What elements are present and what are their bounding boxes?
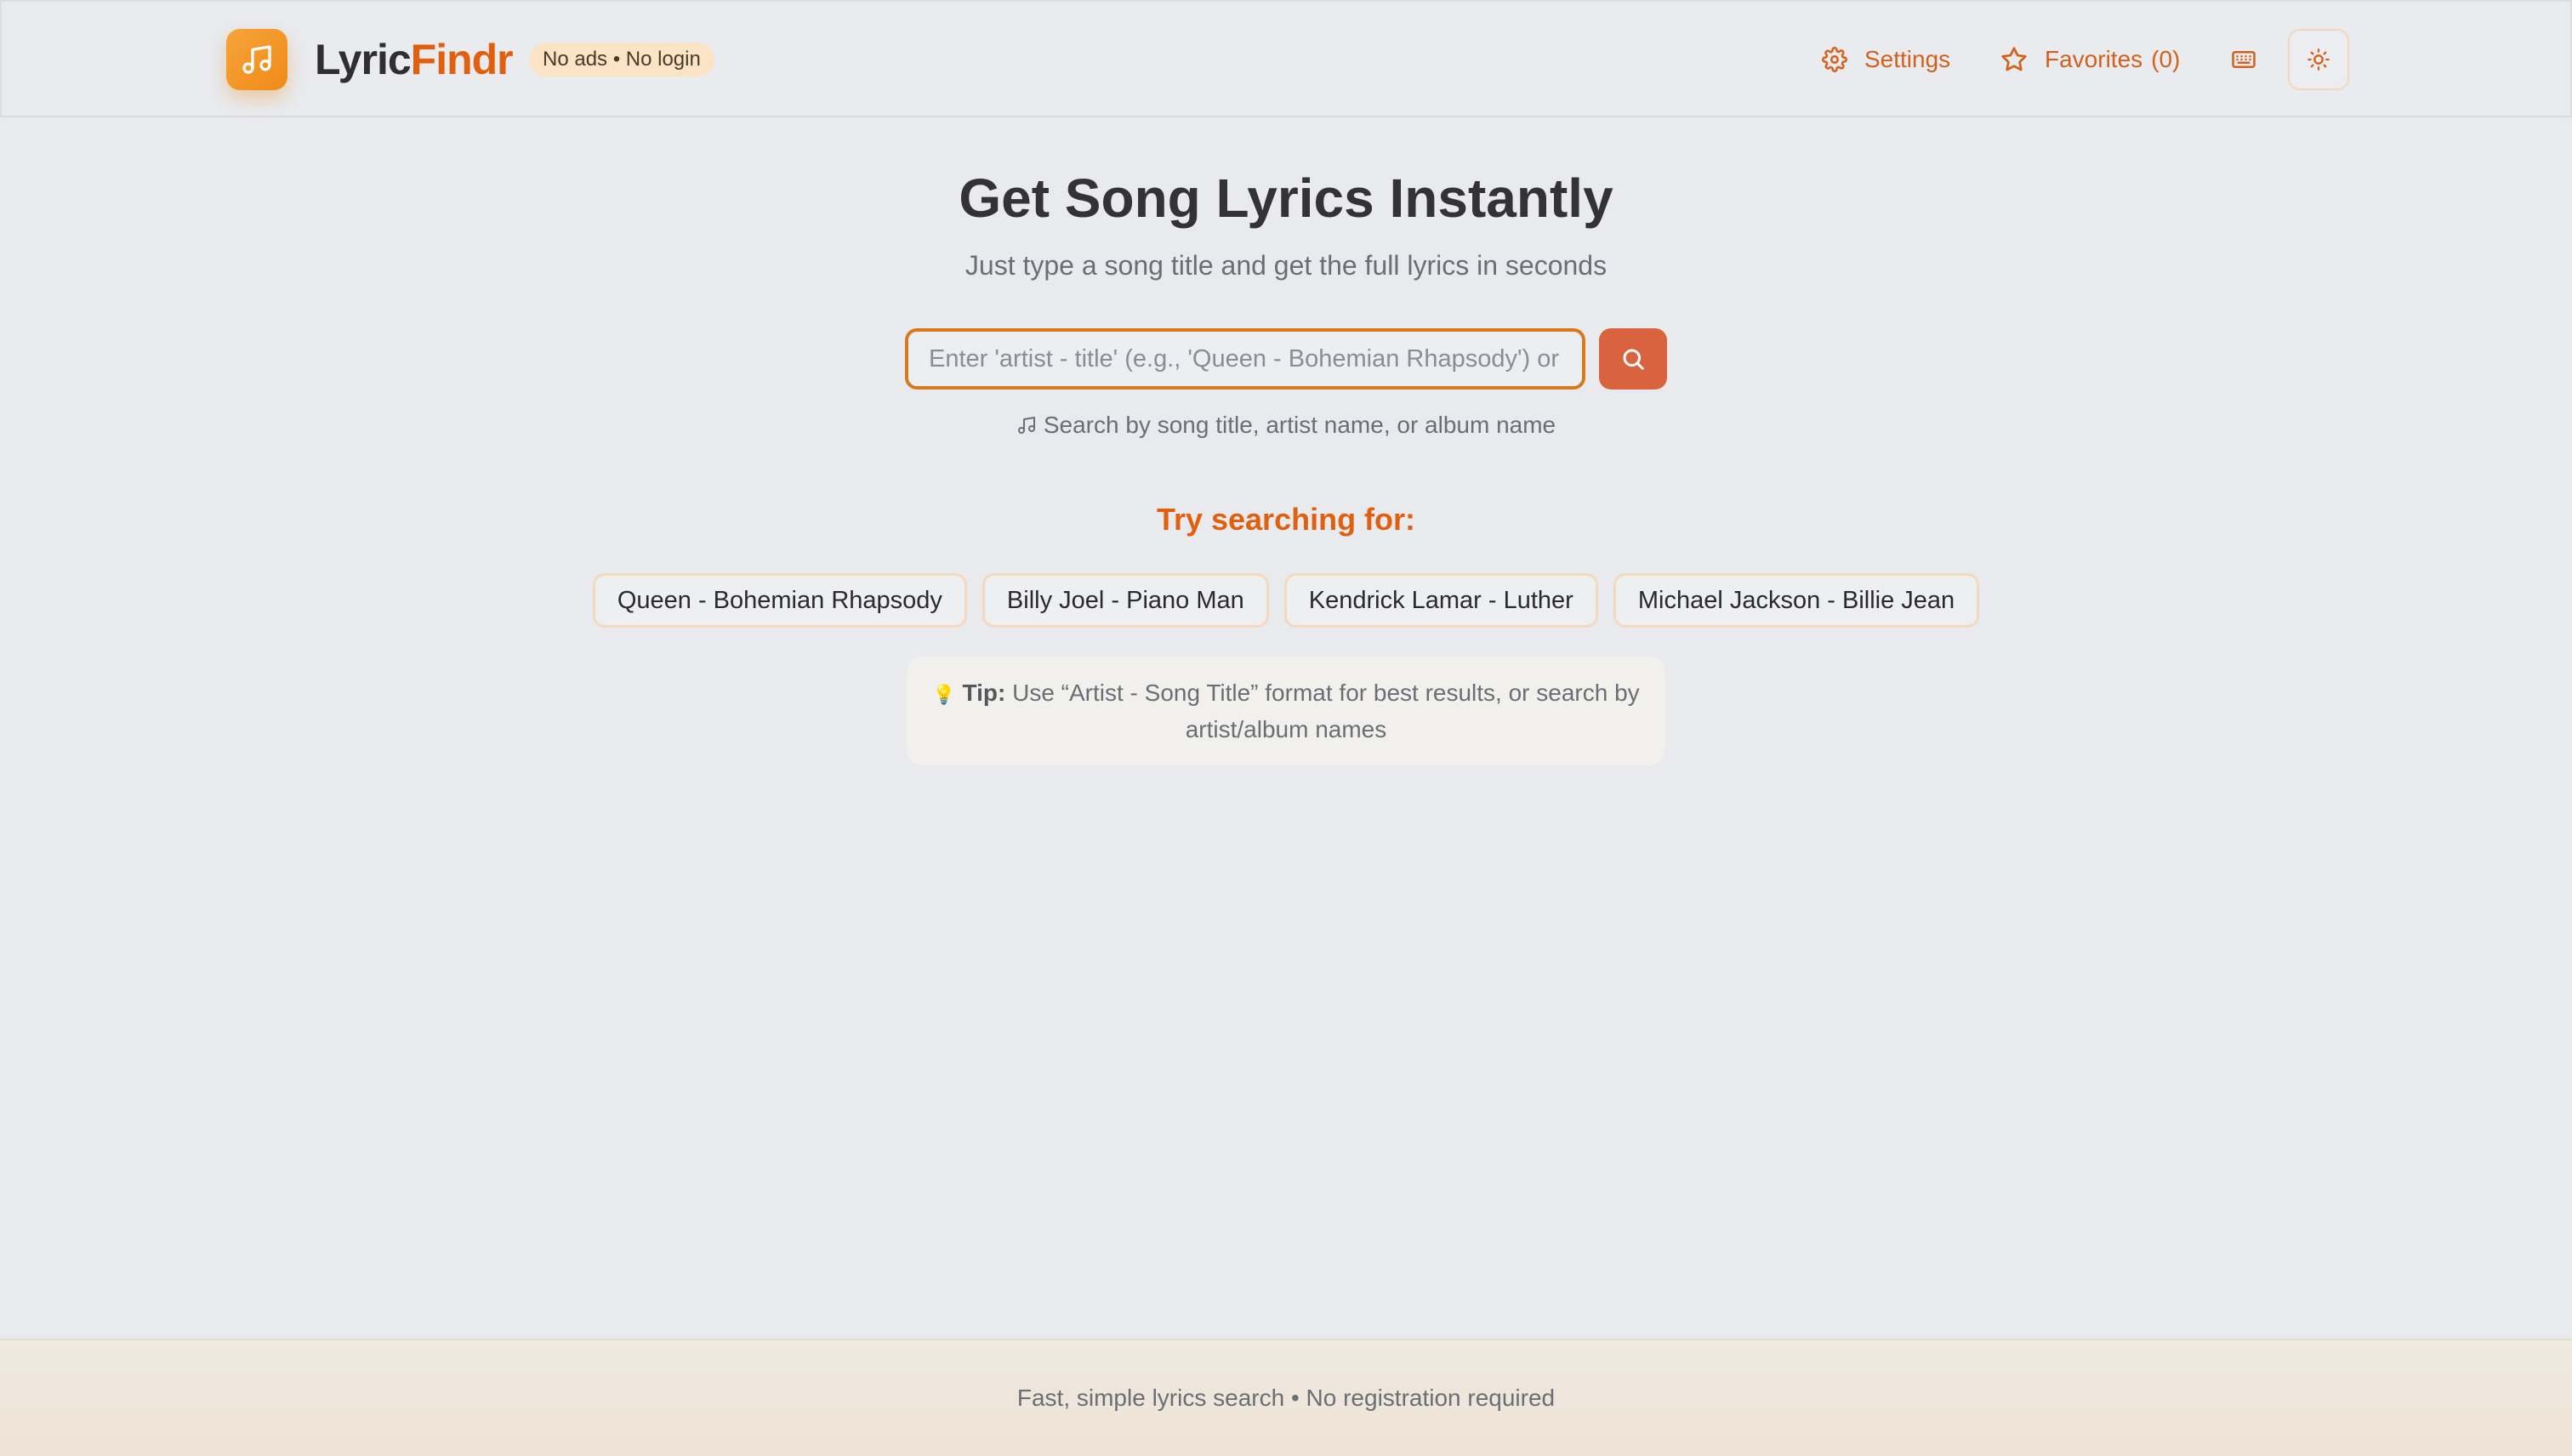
gear-icon [1822,47,1847,72]
keyboard-icon [2232,51,2256,68]
lightbulb-icon: 💡 [932,684,956,705]
search-hint: Search by song title, artist name, or al… [0,412,2572,439]
suggestions-title: Try searching for: [1156,502,1416,537]
logo[interactable] [226,29,287,90]
brand-name[interactable]: LyricFindr [315,32,514,87]
theme-toggle-button[interactable] [2288,29,2349,90]
page: LyricFindr No ads • No login Settings Fa… [0,0,2572,1456]
no-ads-badge: No ads • No login [529,43,714,77]
brand-part-lyric: Lyric [315,36,412,83]
suggestion-chip[interactable]: Michael Jackson - Billie Jean [1613,573,1980,628]
favorites-button[interactable]: Favorites (0) [2000,39,2180,80]
suggestion-chip[interactable]: Billy Joel - Piano Man [982,573,1269,628]
music-note-icon [242,45,271,74]
page-subtitle: Just type a song title and get the full … [964,250,1608,281]
search-hint-text: Search by song title, artist name, or al… [1043,412,1556,438]
search-input[interactable] [905,328,1585,390]
search-icon [1623,349,1644,370]
settings-label: Settings [1864,46,1951,72]
page-title: Get Song Lyrics Instantly [959,168,1613,229]
footer-text: Fast, simple lyrics search • No registra… [1016,1385,1556,1411]
favorites-label: Favorites [2045,46,2143,72]
suggestion-chips: Queen - Bohemian Rhapsody Billy Joel - P… [0,573,2572,628]
music-note-icon [1017,417,1035,434]
header: LyricFindr No ads • No login Settings Fa… [0,0,2572,117]
suggestion-chip[interactable]: Kendrick Lamar - Luther [1283,573,1598,628]
settings-button[interactable]: Settings [1822,39,1950,80]
favorites-count: (0) [2151,46,2181,72]
search-button[interactable] [1599,328,1667,390]
sun-icon [2307,48,2330,71]
star-icon [2001,47,2027,71]
tip-text: Use “Artist - Song Title” format for bes… [1012,680,1640,742]
suggestion-chip[interactable]: Queen - Bohemian Rhapsody [592,573,967,628]
tip-label: Tip: [962,680,1006,706]
brand-part-findr: Findr [410,36,514,83]
keyboard-shortcuts-button[interactable] [2228,44,2259,75]
footer: Fast, simple lyrics search • No registra… [0,1339,2572,1456]
tip-box: 💡 Tip: Use “Artist - Song Title” format … [907,657,1665,765]
